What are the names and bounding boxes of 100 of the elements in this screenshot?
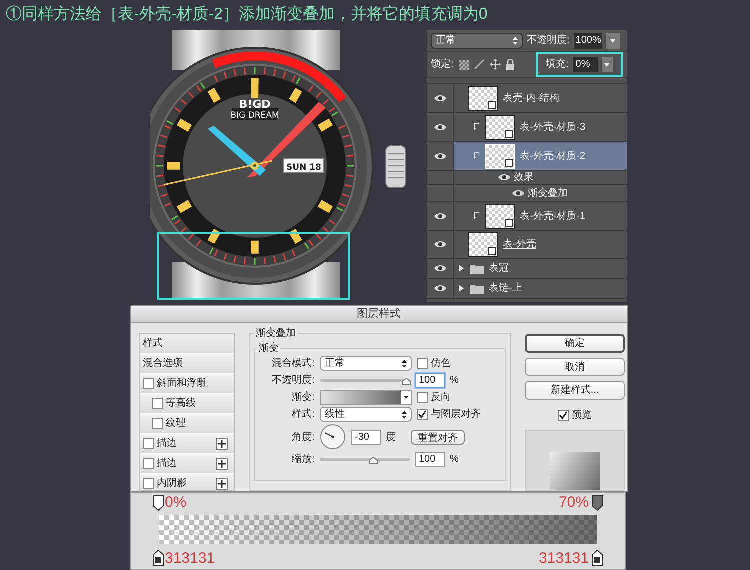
- add-button[interactable]: [216, 438, 228, 450]
- layer-row[interactable]: 表-外壳-材质-2: [427, 142, 627, 171]
- layer-row[interactable]: 渐变叠加: [427, 185, 627, 202]
- gradient-picker[interactable]: [320, 390, 412, 405]
- color-stop-marker[interactable]: [592, 550, 603, 566]
- folder-icon: [470, 284, 484, 294]
- style-select[interactable]: 线性: [320, 407, 412, 422]
- style-label: 等高线: [166, 396, 196, 411]
- layer-thumbnail[interactable]: [468, 86, 498, 110]
- eye-icon[interactable]: [434, 240, 446, 249]
- fill-field[interactable]: 0%: [572, 57, 598, 72]
- gradient-bar[interactable]: [159, 515, 597, 544]
- field-label: 混合模式:: [271, 356, 315, 371]
- checkbox-label: 与图层对齐: [431, 408, 481, 422]
- effects-label[interactable]: 效果: [514, 170, 534, 185]
- checkbox[interactable]: [152, 418, 163, 429]
- blend-mode-select[interactable]: 正常: [320, 356, 412, 371]
- slider-thumb[interactable]: [402, 378, 411, 384]
- up-down-arrows-icon: [402, 360, 407, 368]
- fill-label: 填充:: [546, 58, 569, 72]
- caret-icon: [404, 396, 408, 399]
- up-down-arrows-icon: [513, 36, 518, 44]
- style-list-item[interactable]: 内阴影: [140, 474, 234, 490]
- angle-field[interactable]: -30: [351, 430, 381, 444]
- dialog-button[interactable]: 新建样式...: [525, 381, 625, 400]
- move-icon[interactable]: [490, 59, 501, 70]
- blend-mode-select[interactable]: 正常: [431, 32, 523, 48]
- caret-icon: [610, 38, 616, 42]
- style-list-item[interactable]: 样式: [140, 334, 234, 354]
- style-label: 样式: [143, 336, 163, 351]
- layer-row[interactable]: 表-外壳-材质-3: [427, 113, 627, 142]
- style-list-item[interactable]: 纹理: [140, 414, 234, 434]
- dropdown-button[interactable]: [606, 32, 620, 48]
- checkbox[interactable]: [417, 392, 428, 403]
- layer-name[interactable]: 表-外壳-材质-2: [520, 148, 586, 164]
- scale-slider[interactable]: [320, 454, 410, 464]
- opacity-field[interactable]: 100: [415, 373, 445, 388]
- color-stop-marker[interactable]: [153, 550, 164, 566]
- style-list-item[interactable]: 描边: [140, 454, 234, 474]
- angle-dial[interactable]: [320, 424, 346, 450]
- layer-row[interactable]: 表-外壳: [427, 231, 627, 259]
- style-list-item[interactable]: 描边: [140, 434, 234, 454]
- group-title: 渐变: [258, 342, 280, 356]
- dialog-button[interactable]: 取消: [525, 358, 625, 376]
- layer-thumbnail[interactable]: [485, 114, 515, 140]
- checkbox[interactable]: [417, 358, 428, 369]
- layer-row[interactable]: 效果: [427, 171, 627, 185]
- checkbox[interactable]: [143, 378, 154, 389]
- style-list-item[interactable]: 混合选项: [140, 354, 234, 374]
- layer-thumbnail[interactable]: [485, 204, 515, 228]
- degree-unit: 度: [386, 430, 396, 444]
- checkbox[interactable]: [143, 458, 154, 469]
- reset-alignment-button[interactable]: 重置对齐: [411, 430, 465, 444]
- eye-icon[interactable]: [434, 284, 446, 293]
- layer-name[interactable]: 表-外壳-材质-3: [520, 120, 586, 134]
- dropdown-button[interactable]: [602, 57, 613, 72]
- checkbox[interactable]: [558, 410, 569, 421]
- lock-icon[interactable]: [506, 59, 515, 70]
- style-list-item[interactable]: 斜面和浮雕: [140, 374, 234, 394]
- opacity-field[interactable]: 100%: [574, 32, 602, 48]
- group-name[interactable]: 表冠: [489, 261, 509, 276]
- checkerboard-icon[interactable]: [458, 60, 469, 70]
- opacity-slider[interactable]: [320, 376, 410, 386]
- checkbox[interactable]: [143, 478, 154, 489]
- add-button[interactable]: [216, 478, 228, 490]
- lock-label: 锁定:: [431, 58, 454, 72]
- instruction-text: ①同样方法给［表-外壳-材质-2］添加渐变叠加，并将它的填充调为0: [6, 4, 488, 25]
- eye-icon[interactable]: [434, 122, 446, 132]
- layer-name[interactable]: 表-外壳-材质-1: [520, 208, 586, 224]
- checkbox[interactable]: [417, 409, 428, 420]
- style-list-item[interactable]: 等高线: [140, 394, 234, 414]
- dialog-button[interactable]: 确定: [525, 334, 625, 353]
- dialog-title: 图层样式: [357, 306, 401, 322]
- eye-icon[interactable]: [434, 212, 446, 220]
- disclosure-triangle-icon[interactable]: [458, 285, 465, 292]
- layer-row[interactable]: 表壳-内-结构: [427, 84, 627, 113]
- scale-field[interactable]: 100: [415, 452, 445, 467]
- stop-color-label: 313131: [538, 551, 589, 566]
- layer-name[interactable]: 表-外壳: [503, 237, 536, 252]
- layer-thumbnail[interactable]: [468, 232, 498, 257]
- layer-row[interactable]: 表-外壳-材质-1: [427, 202, 627, 231]
- opacity-stop-marker[interactable]: [153, 495, 164, 511]
- eye-icon[interactable]: [434, 94, 446, 102]
- layer-row[interactable]: 表冠: [427, 259, 627, 279]
- effect-name[interactable]: 渐变叠加: [528, 186, 568, 200]
- layer-row[interactable]: 表链-上: [427, 279, 627, 299]
- add-button[interactable]: [216, 458, 228, 470]
- disclosure-triangle-icon[interactable]: [458, 265, 465, 272]
- style-label: 描边: [157, 436, 177, 451]
- group-name[interactable]: 表链-上: [489, 281, 522, 296]
- layer-name[interactable]: 表壳-内-结构: [503, 90, 560, 106]
- checkbox[interactable]: [152, 398, 163, 409]
- eye-icon[interactable]: [434, 264, 446, 273]
- eye-icon[interactable]: [434, 152, 446, 160]
- opacity-stop-marker[interactable]: [592, 495, 603, 511]
- percent-sign: %: [450, 453, 459, 467]
- eye-icon[interactable]: [498, 173, 511, 182]
- checkbox[interactable]: [143, 438, 154, 449]
- eye-icon[interactable]: [512, 188, 525, 198]
- date-window: SUN 18: [284, 158, 324, 174]
